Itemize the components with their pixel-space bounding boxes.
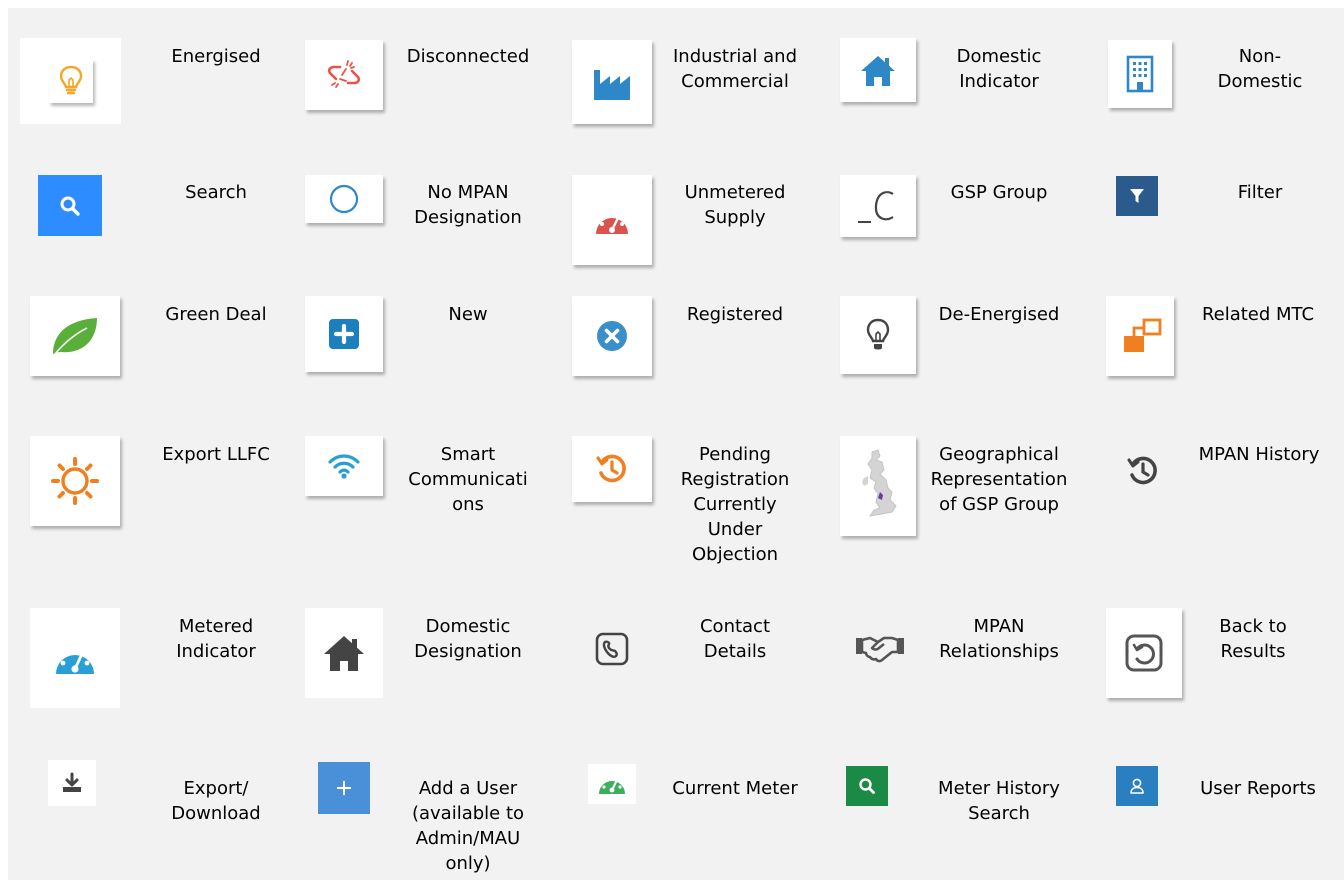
gsp-group-label: GSP Group: [950, 182, 1048, 203]
back-to-results-label: Back to Results: [1219, 616, 1287, 662]
user-icon: [1130, 778, 1144, 794]
disconnected-tile: [305, 40, 383, 110]
mpan-relationships-tile: [840, 608, 920, 688]
plus-square-icon: [329, 319, 359, 349]
contact-details-label: Contact Details: [699, 616, 771, 662]
office-building-icon: [1126, 55, 1154, 93]
back-to-results-icon: [1125, 634, 1163, 672]
energised-bulb-icon: [59, 65, 82, 95]
deenergised-bulb-icon: [866, 318, 890, 350]
export-download-label: Export/ Download: [171, 778, 261, 824]
filter-icon: [1130, 189, 1144, 203]
gauge-red-icon: [596, 209, 628, 234]
pending-history-icon: [596, 454, 626, 483]
wifi-icon: [328, 454, 360, 479]
search-icon: [60, 196, 80, 216]
meter-history-search-tile: [846, 766, 888, 806]
green-deal-tile: [30, 296, 120, 376]
current-meter-label: Current Meter: [672, 778, 798, 799]
filter-tile: [1116, 176, 1158, 216]
current-meter-tile: [588, 764, 636, 804]
contact-details-tile: [572, 614, 652, 684]
energised-label: Energised: [171, 46, 261, 67]
non-domestic-label: Non- Domestic: [1217, 46, 1303, 92]
add-user-tile: [318, 762, 370, 814]
registered-label: Registered: [686, 304, 784, 325]
no-mpan-tile: [305, 175, 383, 223]
disconnected-label: Disconnected: [406, 46, 530, 67]
phone-square-icon: [595, 632, 629, 666]
add-user-label: Add a User (available to Admin/MAU only): [411, 778, 525, 874]
metered-tile: [30, 608, 120, 708]
factory-icon: [594, 70, 630, 100]
export-llfc-label: Export LLFC: [162, 444, 270, 465]
meter-history-search-label: Meter History Search: [938, 778, 1060, 824]
add-user-plus-icon: [337, 781, 351, 795]
green-deal-label: Green Deal: [165, 304, 267, 325]
industrial-commercial-label: Industrial and Commercial: [672, 46, 797, 92]
metered-label: Metered Indicator: [176, 616, 256, 662]
mpan-relationships-label: MPAN Relationships: [939, 616, 1059, 662]
pending-registration-label: Pending Registration Currently Under Obj…: [680, 444, 790, 565]
gauge-green-icon: [599, 775, 625, 794]
search-label: Search: [185, 182, 247, 203]
office-tile: [1108, 40, 1172, 108]
search-tile: [38, 175, 102, 236]
sun-icon: [51, 457, 99, 505]
related-mtc-label: Related MTC: [1201, 304, 1315, 325]
x-circle-icon: [597, 321, 627, 351]
user-reports-label: User Reports: [1200, 778, 1316, 799]
leaf-icon: [53, 318, 97, 355]
icon-legend-panel: Energised Disconnected Industrial and Co…: [8, 8, 1344, 880]
de-energised-label: De-Energised: [938, 304, 1060, 325]
de-energised-tile: [840, 296, 916, 374]
domestic-designation-label: Domestic Designation: [414, 616, 522, 662]
related-mtc-tile: [1106, 296, 1174, 376]
factory-tile: [572, 40, 652, 124]
new-label: New: [448, 304, 488, 325]
energised-tile: [20, 38, 121, 124]
house-dark-icon: [324, 636, 364, 671]
unmetered-label: Unmetered Supply: [684, 182, 786, 228]
back-to-results-tile: [1106, 608, 1182, 698]
unmetered-tile: [572, 175, 652, 265]
new-tile: [305, 296, 383, 372]
meter-history-search-icon: [859, 778, 875, 794]
smart-comms-tile: [305, 436, 383, 496]
disconnected-link-icon: [327, 60, 361, 88]
gsp-group-tile: [840, 175, 916, 237]
user-reports-tile: [1116, 766, 1158, 806]
mpan-history-label: MPAN History: [1198, 444, 1320, 465]
circle-outline-icon: [329, 184, 359, 214]
geographical-label: Geographical Representation of GSP Group: [930, 444, 1068, 515]
no-mpan-label: No MPAN Designation: [414, 182, 522, 228]
house-tile: [840, 38, 916, 102]
house-icon: [861, 56, 895, 86]
uk-map-icon: [862, 449, 897, 517]
export-download-tile: [48, 760, 96, 806]
download-icon: [63, 772, 81, 792]
history-icon: [1127, 456, 1157, 485]
geographical-tile: [840, 436, 916, 536]
gsp-group-icon: [858, 191, 894, 223]
mpan-history-tile: [1108, 438, 1178, 504]
filter-label: Filter: [1237, 182, 1283, 203]
related-mtc-icon: [1124, 318, 1162, 352]
handshake-icon: [856, 636, 904, 663]
export-llfc-tile: [30, 436, 120, 526]
domestic-indicator-label: Domestic Indicator: [956, 46, 1042, 92]
pending-tile: [572, 436, 652, 502]
domestic-designation-tile: [305, 608, 383, 698]
registered-tile: [572, 296, 652, 376]
gauge-blue-icon: [56, 645, 94, 674]
smart-comms-label: Smart Communicati ons: [408, 444, 528, 515]
